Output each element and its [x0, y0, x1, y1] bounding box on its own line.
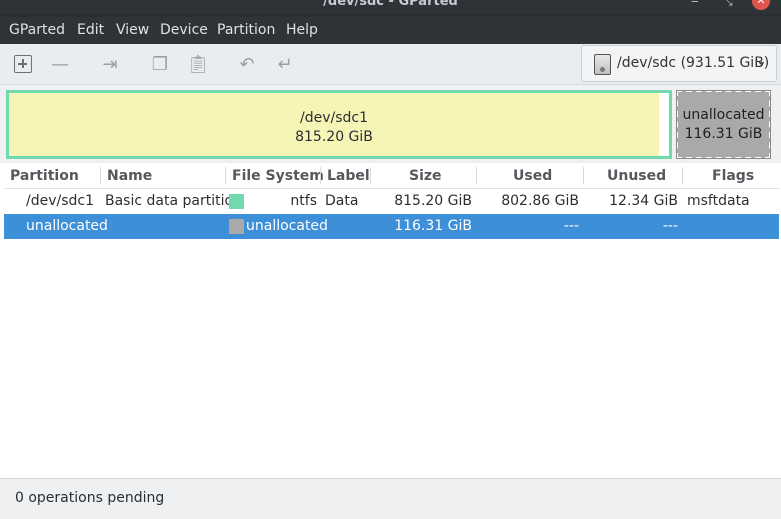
device-selector[interactable]: /dev/sdc (931.51 GiB) ⌄: [581, 45, 777, 82]
column-separator: [476, 167, 477, 184]
column-separator: [320, 167, 321, 184]
cell-unused: 12.34 GiB: [609, 193, 678, 209]
header-name[interactable]: Name: [107, 168, 152, 184]
cell-used: ---: [563, 218, 579, 234]
cell-size: 116.31 GiB: [394, 218, 472, 234]
chevron-down-icon: ⌄: [756, 54, 767, 69]
header-used[interactable]: Used: [513, 168, 552, 184]
table-header: Partition Name File System Label Size Us…: [4, 163, 779, 189]
column-separator: [682, 167, 683, 184]
cell-used: 802.86 GiB: [501, 193, 579, 209]
new-partition-icon[interactable]: [12, 53, 34, 75]
unallocated-block-size: 116.31 GiB: [684, 126, 763, 142]
cell-filesystem: unallocated: [246, 218, 328, 234]
window-title: /dev/sdc - GParted: [323, 0, 458, 9]
unallocated-block-label: unallocated 116.31 GiB: [678, 106, 769, 144]
filesystem-color-swatch: [229, 194, 244, 209]
column-separator: [370, 167, 371, 184]
cell-partition: unallocated: [26, 218, 108, 234]
column-separator: [225, 167, 226, 184]
partition-block-name: /dev/sdc1: [299, 110, 368, 126]
column-separator: [583, 167, 584, 184]
resize-move-icon[interactable]: ⇥: [99, 53, 121, 75]
header-label[interactable]: Label: [327, 168, 370, 184]
table-row[interactable]: /dev/sdc1 Basic data partition ntfs Data…: [4, 189, 779, 214]
paste-icon[interactable]: 📋︎: [187, 53, 210, 75]
header-partition[interactable]: Partition: [10, 168, 79, 184]
harddisk-icon: [594, 54, 611, 75]
partition-block-size: 815.20 GiB: [295, 129, 373, 145]
partition-list-area: Partition Name File System Label Size Us…: [0, 163, 781, 478]
cell-unused: ---: [662, 218, 678, 234]
copy-icon[interactable]: ❐: [149, 53, 171, 75]
cell-label: Data: [325, 193, 359, 209]
undo-icon[interactable]: ↶: [236, 53, 258, 75]
disk-map: /dev/sdc1 815.20 GiB unallocated 116.31 …: [0, 85, 781, 163]
header-unused[interactable]: Unused: [607, 168, 666, 184]
cell-filesystem: ntfs: [290, 193, 317, 209]
filesystem-color-swatch: [229, 219, 244, 234]
cell-partition: /dev/sdc1: [26, 193, 95, 209]
header-flags[interactable]: Flags: [712, 168, 754, 184]
menu-edit[interactable]: Edit: [77, 22, 104, 38]
menu-help[interactable]: Help: [286, 22, 318, 38]
unallocated-block[interactable]: unallocated 116.31 GiB: [676, 90, 771, 159]
menu-gparted[interactable]: GParted: [9, 22, 65, 38]
header-filesystem[interactable]: File System: [232, 168, 324, 184]
menu-partition[interactable]: Partition: [217, 22, 275, 38]
minimize-icon[interactable]: ‒: [691, 0, 699, 8]
status-bar: 0 operations pending: [0, 478, 781, 519]
device-label: /dev/sdc (931.51 GiB): [617, 55, 770, 71]
partition-block-label: /dev/sdc1 815.20 GiB: [9, 109, 659, 147]
unallocated-block-name: unallocated: [682, 107, 765, 123]
partition-block-sdc1[interactable]: /dev/sdc1 815.20 GiB: [6, 90, 672, 159]
apply-icon[interactable]: ↵: [274, 53, 296, 75]
column-separator: [100, 167, 101, 184]
cell-flags: msftdata: [687, 193, 750, 209]
partition-unused-strip: [659, 93, 669, 156]
menu-view[interactable]: View: [116, 22, 149, 38]
title-bar: /dev/sdc - GParted ‒ ⤡ ✕: [0, 0, 781, 14]
cell-size: 815.20 GiB: [394, 193, 472, 209]
status-text: 0 operations pending: [15, 490, 165, 506]
table-row[interactable]: unallocated unallocated 116.31 GiB --- -…: [4, 214, 779, 239]
maximize-icon[interactable]: ⤡: [723, 0, 733, 9]
menu-device[interactable]: Device: [160, 22, 208, 38]
menu-bar: GParted Edit View Device Partition Help: [0, 17, 781, 44]
delete-partition-icon[interactable]: —: [49, 53, 71, 75]
cell-name: Basic data partition: [105, 193, 242, 209]
header-size[interactable]: Size: [409, 168, 442, 184]
